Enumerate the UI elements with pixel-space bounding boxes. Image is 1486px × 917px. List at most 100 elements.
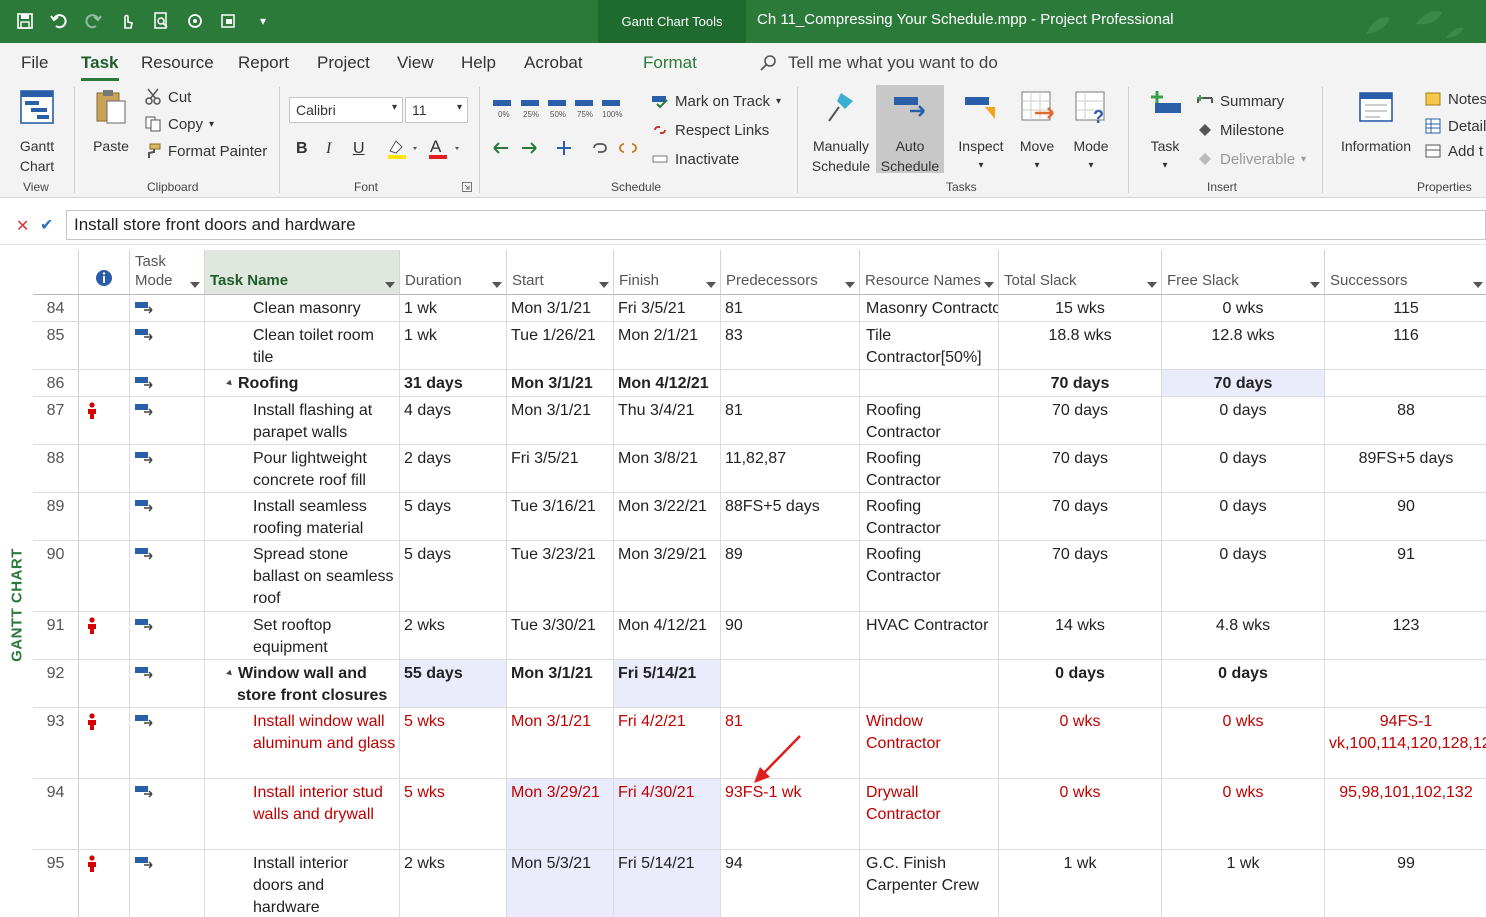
duration-cell[interactable]: 55 days	[400, 660, 507, 707]
duration-cell[interactable]: 1 wk	[400, 295, 507, 321]
predecessors-cell[interactable]: 81	[721, 708, 860, 778]
details-button[interactable]: Detail	[1424, 114, 1486, 138]
deliverable-button[interactable]: Deliverable ▾	[1196, 147, 1306, 171]
copy-button[interactable]: Copy ▾	[144, 112, 214, 136]
resource-names-cell[interactable]: HVAC Contractor	[860, 612, 999, 659]
table-row[interactable]: 88 Pour lightweight concrete roof fill 2 da…	[33, 445, 1486, 493]
task-mode-cell[interactable]	[130, 295, 205, 321]
table-row[interactable]: 89 Install seamless roofing material 5 days…	[33, 493, 1486, 541]
finish-cell[interactable]: Mon 2/1/21	[614, 322, 721, 369]
predecessors-cell[interactable]	[721, 660, 860, 707]
successors-cell[interactable]: 94FS-1 vk,100,114,120,128,12	[1325, 708, 1486, 778]
total-slack-cell[interactable]: 0 wks	[999, 708, 1162, 778]
task-mode-column-header[interactable]: Task Mode	[130, 250, 205, 295]
task-mode-cell[interactable]	[130, 612, 205, 659]
move-button[interactable]: Move ▾	[1012, 87, 1062, 176]
free-slack-column-header[interactable]: Free Slack	[1162, 250, 1325, 295]
duration-cell[interactable]: 5 wks	[400, 779, 507, 849]
indicators-column-header[interactable]	[79, 250, 130, 295]
successors-cell[interactable]: 95,98,101,102,132	[1325, 779, 1486, 849]
touch-mode-icon[interactable]	[112, 8, 142, 34]
task-mode-cell[interactable]	[130, 493, 205, 540]
table-row[interactable]: 94 Install interior stud walls and drywall…	[33, 779, 1486, 850]
start-cell[interactable]: Tue 3/30/21	[507, 612, 614, 659]
mark-on-track-button[interactable]: Mark on Track ▾	[651, 89, 781, 113]
finish-column-header[interactable]: Finish	[614, 250, 721, 295]
free-slack-cell[interactable]: 0 wks	[1162, 779, 1325, 849]
finish-cell[interactable]: Fri 4/2/21	[614, 708, 721, 778]
predecessors-cell[interactable]: 93FS-1 wk	[721, 779, 860, 849]
duration-cell[interactable]: 2 wks	[400, 850, 507, 917]
table-row[interactable]: 86 Roofing 31 days Mon 3/1/21 Mon 4/12/21 70 …	[33, 370, 1486, 397]
start-cell[interactable]: Mon 5/3/21	[507, 850, 614, 917]
task-mode-cell[interactable]	[130, 370, 205, 396]
start-cell[interactable]: Tue 3/16/21	[507, 493, 614, 540]
finish-cell[interactable]: Mon 4/12/21	[614, 370, 721, 396]
successors-cell[interactable]: 90	[1325, 493, 1486, 540]
task-name-cell[interactable]: Clean toilet room tile	[205, 322, 400, 369]
inspect-button[interactable]: Inspect ▾	[953, 87, 1009, 176]
total-slack-cell[interactable]: 70 days	[999, 445, 1162, 492]
id-column-header[interactable]	[33, 250, 79, 295]
total-slack-cell[interactable]: 15 wks	[999, 295, 1162, 321]
notes-button[interactable]: Notes	[1424, 87, 1486, 111]
resource-names-cell[interactable]	[860, 660, 999, 707]
duration-cell[interactable]: 1 wk	[400, 322, 507, 369]
auto-schedule-button[interactable]: Auto Schedule	[876, 87, 944, 176]
print-preview-icon[interactable]	[146, 8, 176, 34]
tab-view[interactable]: View	[397, 53, 434, 73]
gantt-chart-button[interactable]: Gantt Chart	[8, 87, 66, 176]
task-mode-cell[interactable]	[130, 779, 205, 849]
table-row[interactable]: 87 Install flashing at parapet walls 4 days…	[33, 397, 1486, 445]
finish-cell[interactable]: Mon 3/8/21	[614, 445, 721, 492]
underline-button[interactable]: U	[353, 140, 365, 158]
total-slack-cell[interactable]: 70 days	[999, 493, 1162, 540]
free-slack-cell[interactable]: 0 wks	[1162, 708, 1325, 778]
task-mode-cell[interactable]	[130, 708, 205, 778]
table-row[interactable]: 95 Install interior doors and hardware 2 wks…	[33, 850, 1486, 917]
finish-cell[interactable]: Mon 3/29/21	[614, 541, 721, 611]
indicator-cell[interactable]	[79, 445, 130, 492]
add-to-timeline-button[interactable]: Add t	[1424, 139, 1483, 163]
duration-column-header[interactable]: Duration	[400, 250, 507, 295]
table-row[interactable]: 92 Window wall and store front closures 55 …	[33, 660, 1486, 708]
successors-cell[interactable]	[1325, 370, 1486, 396]
free-slack-cell[interactable]: 0 days	[1162, 445, 1325, 492]
free-slack-cell[interactable]: 0 days	[1162, 541, 1325, 611]
undo-icon[interactable]	[44, 8, 74, 34]
free-slack-cell[interactable]: 0 days	[1162, 660, 1325, 707]
start-cell[interactable]: Mon 3/1/21	[507, 660, 614, 707]
cancel-entry-icon[interactable]: ✕	[16, 216, 29, 236]
task-mode-cell[interactable]	[130, 445, 205, 492]
table-row[interactable]: 93 Install window wall aluminum and glass 5…	[33, 708, 1486, 779]
save-icon[interactable]	[10, 8, 40, 34]
start-cell[interactable]: Fri 3/5/21	[507, 445, 614, 492]
table-row[interactable]: 84 Clean masonry 1 wk Mon 3/1/21 Fri 3/5/21 8…	[33, 295, 1486, 322]
schedule-tools-row[interactable]	[490, 135, 640, 161]
predecessors-cell[interactable]: 81	[721, 295, 860, 321]
font-color-icon[interactable]: A	[427, 137, 467, 161]
total-slack-cell[interactable]: 70 days	[999, 370, 1162, 396]
task-name-cell[interactable]: Install interior stud walls and drywall	[205, 779, 400, 849]
manually-schedule-button[interactable]: Manually Schedule	[806, 87, 876, 176]
total-slack-cell[interactable]: 0 days	[999, 660, 1162, 707]
resource-names-cell[interactable]	[860, 370, 999, 396]
information-button[interactable]: Information	[1334, 87, 1418, 156]
duration-cell[interactable]: 5 days	[400, 493, 507, 540]
indicator-cell[interactable]	[79, 322, 130, 369]
task-mode-cell[interactable]	[130, 850, 205, 917]
start-cell[interactable]: Mon 3/1/21	[507, 397, 614, 444]
collapse-icon[interactable]	[226, 379, 234, 388]
task-name-cell[interactable]: Window wall and store front closures	[205, 660, 400, 707]
italic-button[interactable]: I	[326, 140, 331, 158]
new-window-icon[interactable]	[214, 8, 244, 34]
start-cell[interactable]: Mon 3/1/21	[507, 295, 614, 321]
finish-cell[interactable]: Fri 3/5/21	[614, 295, 721, 321]
successors-cell[interactable]: 89FS+5 days	[1325, 445, 1486, 492]
tab-task[interactable]: Task	[81, 53, 119, 81]
indicator-cell[interactable]	[79, 493, 130, 540]
total-slack-cell[interactable]: 1 wk	[999, 850, 1162, 917]
free-slack-cell[interactable]: 0 days	[1162, 493, 1325, 540]
task-name-column-header[interactable]: Task Name	[205, 250, 400, 295]
predecessors-cell[interactable]: 11,82,87	[721, 445, 860, 492]
